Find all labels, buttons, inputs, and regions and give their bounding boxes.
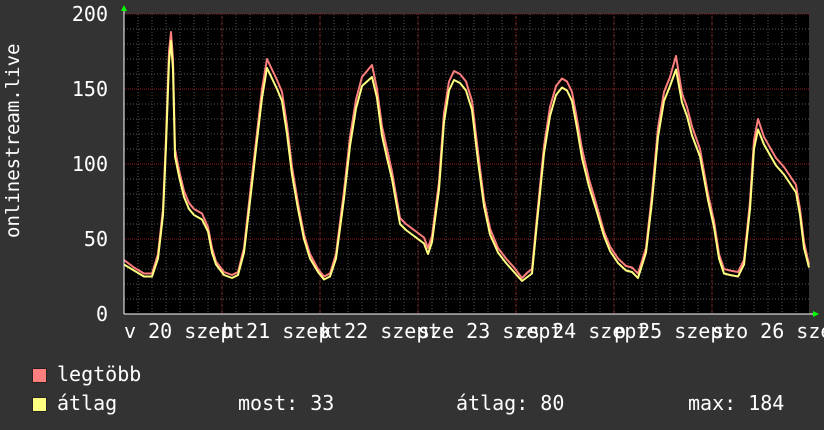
y-axis-arrow-icon [121,5,127,11]
y-tick-label: 200 [72,2,108,26]
y-tick-label: 50 [84,227,108,251]
y-tick-label: 100 [72,152,108,176]
legend-label-max: legtöbb [57,362,142,386]
y-tick-label: 0 [96,302,108,326]
legend-item-avg: átlag [32,391,117,415]
legend-swatch-max [32,368,47,383]
legend-item-max: legtöbb [32,362,141,386]
x-tick-label: szo 26 szept [712,319,824,343]
y-tick-label: 150 [72,77,108,101]
legend-swatch-avg [32,397,47,412]
stat-max: max: 184 [688,391,785,415]
stat-average: átlag: 80 [456,391,565,415]
legend-label-avg: átlag [57,391,118,415]
stat-current: most: 33 [238,391,335,415]
x-axis-arrow-icon [813,311,819,317]
y-axis-label: onlinestream.live [2,43,24,238]
